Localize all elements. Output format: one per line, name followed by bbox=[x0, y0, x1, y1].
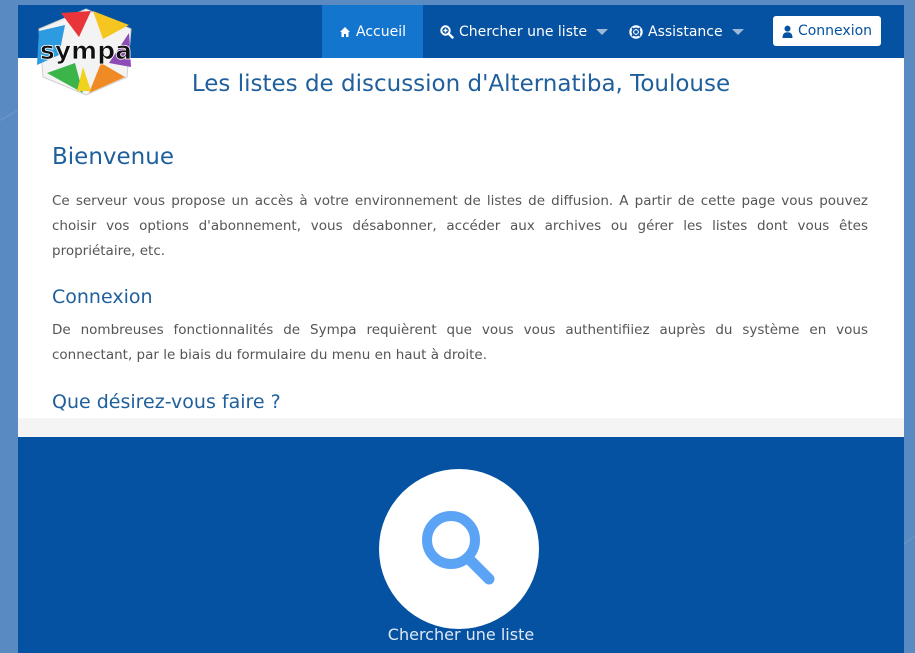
login-button-label: Connexion bbox=[797, 23, 873, 39]
nav-help-label: Assistance bbox=[648, 23, 723, 40]
page-title: Les listes de discussion d'Alternatiba, … bbox=[191, 71, 731, 97]
search-plus-icon bbox=[440, 24, 454, 39]
nav-home[interactable]: Accueil bbox=[322, 5, 423, 58]
home-icon bbox=[339, 26, 351, 38]
welcome-paragraph: Ce serveur vous propose un accès à votre… bbox=[52, 193, 868, 259]
actions-band: Chercher une liste bbox=[18, 437, 904, 653]
search-list-label[interactable]: Chercher une liste bbox=[18, 625, 904, 644]
chevron-down-icon bbox=[596, 28, 609, 35]
user-icon bbox=[782, 25, 793, 38]
browser-page: Accueil Chercher une liste Assistance Co… bbox=[18, 5, 904, 653]
actions-heading: Que désirez-vous faire ? bbox=[52, 391, 281, 413]
chevron-down-icon bbox=[731, 28, 744, 35]
section-separator bbox=[18, 418, 904, 437]
welcome-heading: Bienvenue bbox=[52, 144, 174, 170]
login-paragraph: De nombreuses fonctionnalités de Sympa r… bbox=[52, 322, 868, 363]
search-list-action[interactable] bbox=[379, 469, 539, 629]
nav-search-dropdown[interactable]: Chercher une liste bbox=[440, 5, 609, 58]
logo-text: sympa bbox=[40, 36, 132, 65]
login-heading: Connexion bbox=[52, 286, 153, 308]
nav-home-label: Accueil bbox=[356, 23, 406, 40]
nav-search-label: Chercher une liste bbox=[459, 23, 588, 40]
lifebuoy-icon bbox=[629, 24, 643, 39]
login-button[interactable]: Connexion bbox=[773, 16, 881, 46]
navbar: Accueil Chercher une liste Assistance Co… bbox=[18, 5, 904, 58]
nav-help-dropdown[interactable]: Assistance bbox=[629, 5, 744, 58]
search-icon bbox=[422, 511, 495, 585]
